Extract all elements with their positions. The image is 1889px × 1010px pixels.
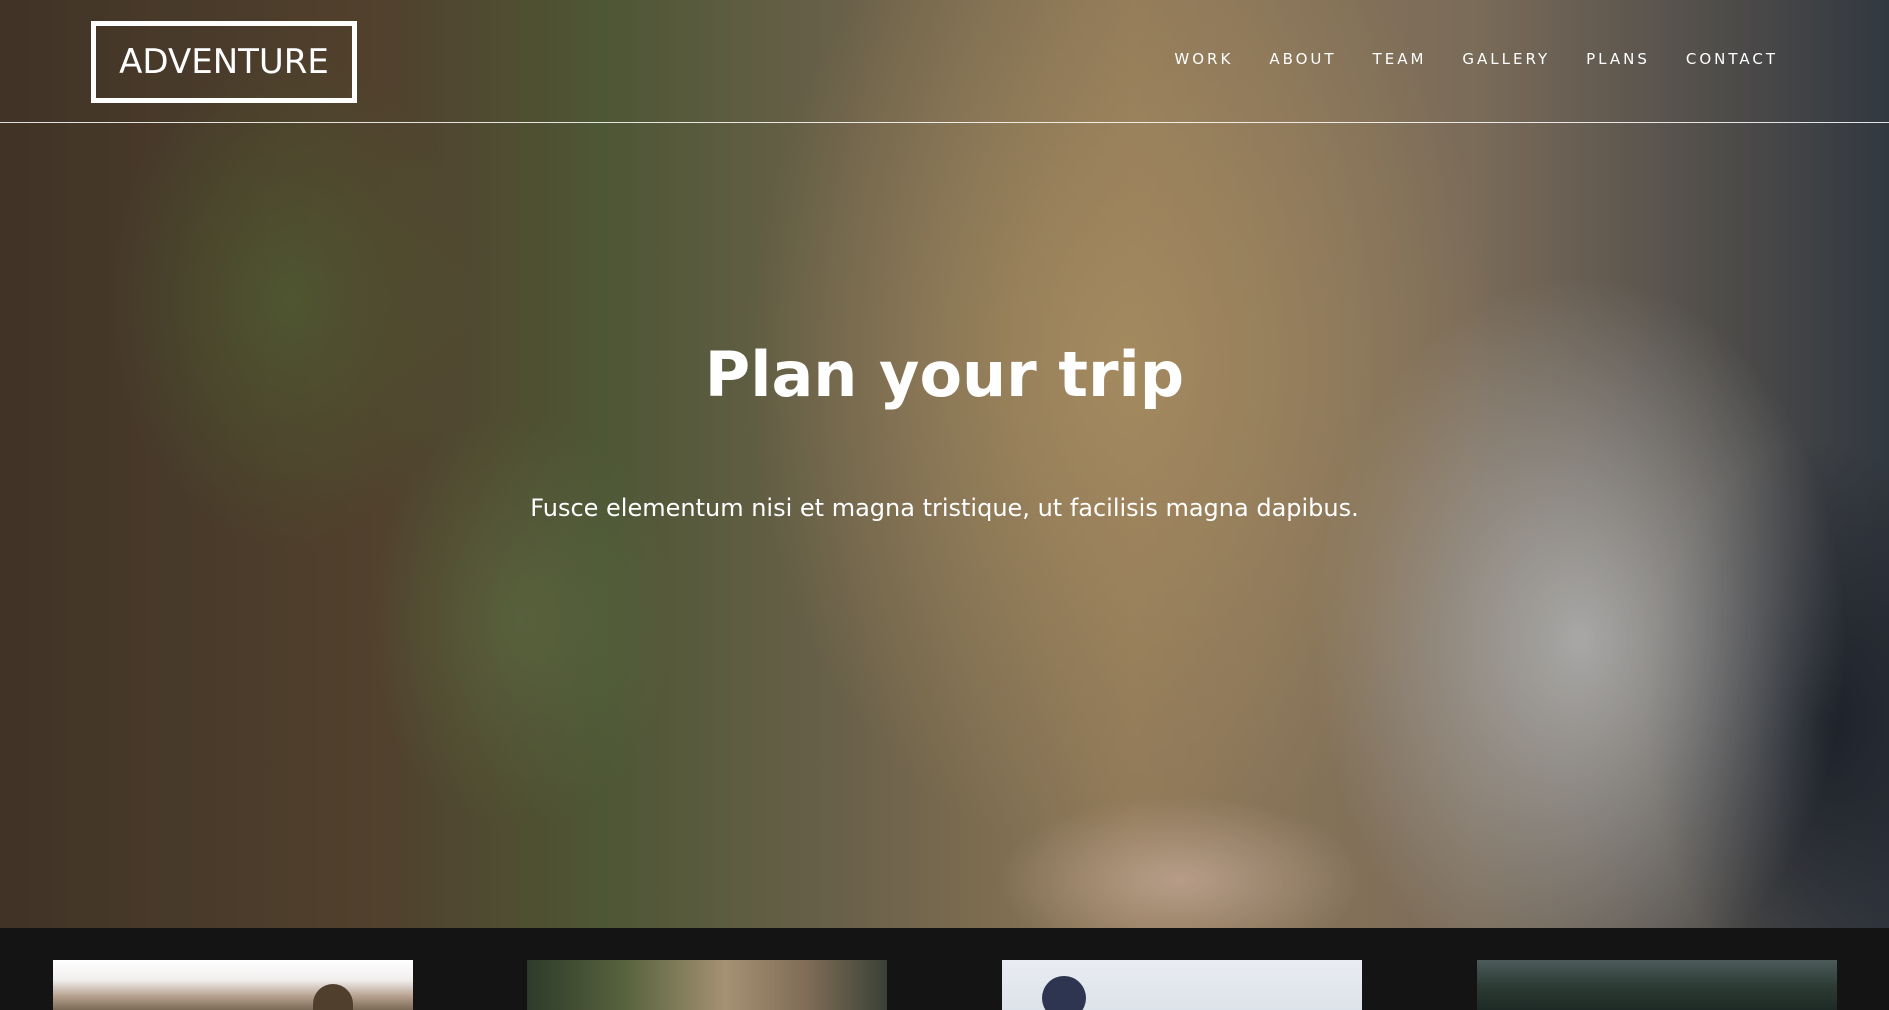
hero-subtitle: Fusce elementum nisi et magna tristique,… [530,494,1359,522]
hero-title: Plan your trip [704,337,1185,411]
nav-link-work[interactable]: WORK [1174,50,1233,68]
nav-link-plans[interactable]: PLANS [1586,50,1650,68]
site-header: ADVENTURE WORK ABOUT TEAM GALLERY PLANS … [0,0,1889,123]
thumbnail-image-detail [1042,976,1086,1010]
gallery-thumbnail[interactable] [527,960,887,1010]
gallery-thumbnail[interactable] [1002,960,1362,1010]
nav-link-contact[interactable]: CONTACT [1686,50,1778,68]
gallery-thumbnail[interactable] [1477,960,1837,1010]
gallery-strip [0,928,1889,1010]
gallery-thumbnail[interactable] [53,960,413,1010]
nav-link-gallery[interactable]: GALLERY [1462,50,1550,68]
main-nav: WORK ABOUT TEAM GALLERY PLANS CONTACT [1138,50,1778,68]
hero-background-image [0,0,1889,928]
nav-link-team[interactable]: TEAM [1373,50,1427,68]
nav-link-about[interactable]: ABOUT [1269,50,1336,68]
thumbnail-image-detail [313,984,353,1010]
site-logo[interactable]: ADVENTURE [91,21,357,103]
